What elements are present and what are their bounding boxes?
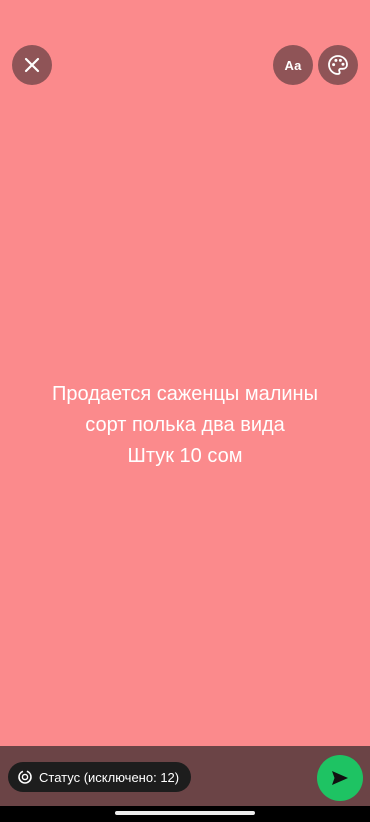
status-privacy-icon — [18, 770, 32, 784]
status-privacy-chip[interactable]: Статус (исключено: 12) — [8, 762, 192, 792]
system-navigation-bar — [0, 806, 370, 822]
send-icon — [332, 771, 348, 785]
status-privacy-label: Статус (исключено: 12) — [39, 769, 180, 785]
status-text[interactable]: Продается саженцы малины сорт полька два… — [0, 379, 370, 472]
background-color-button[interactable] — [318, 45, 358, 85]
font-style-button[interactable]: Aa — [273, 45, 313, 85]
status-canvas[interactable]: Aa Продается саженцы малины сорт полька … — [0, 0, 370, 746]
bottom-bar: Статус (исключено: 12) — [0, 746, 370, 806]
send-button[interactable] — [317, 755, 363, 801]
font-style-label: Aa — [284, 57, 302, 73]
home-indicator[interactable] — [115, 811, 255, 815]
palette-icon — [328, 55, 348, 75]
close-button[interactable] — [12, 45, 52, 85]
close-icon — [24, 57, 40, 73]
